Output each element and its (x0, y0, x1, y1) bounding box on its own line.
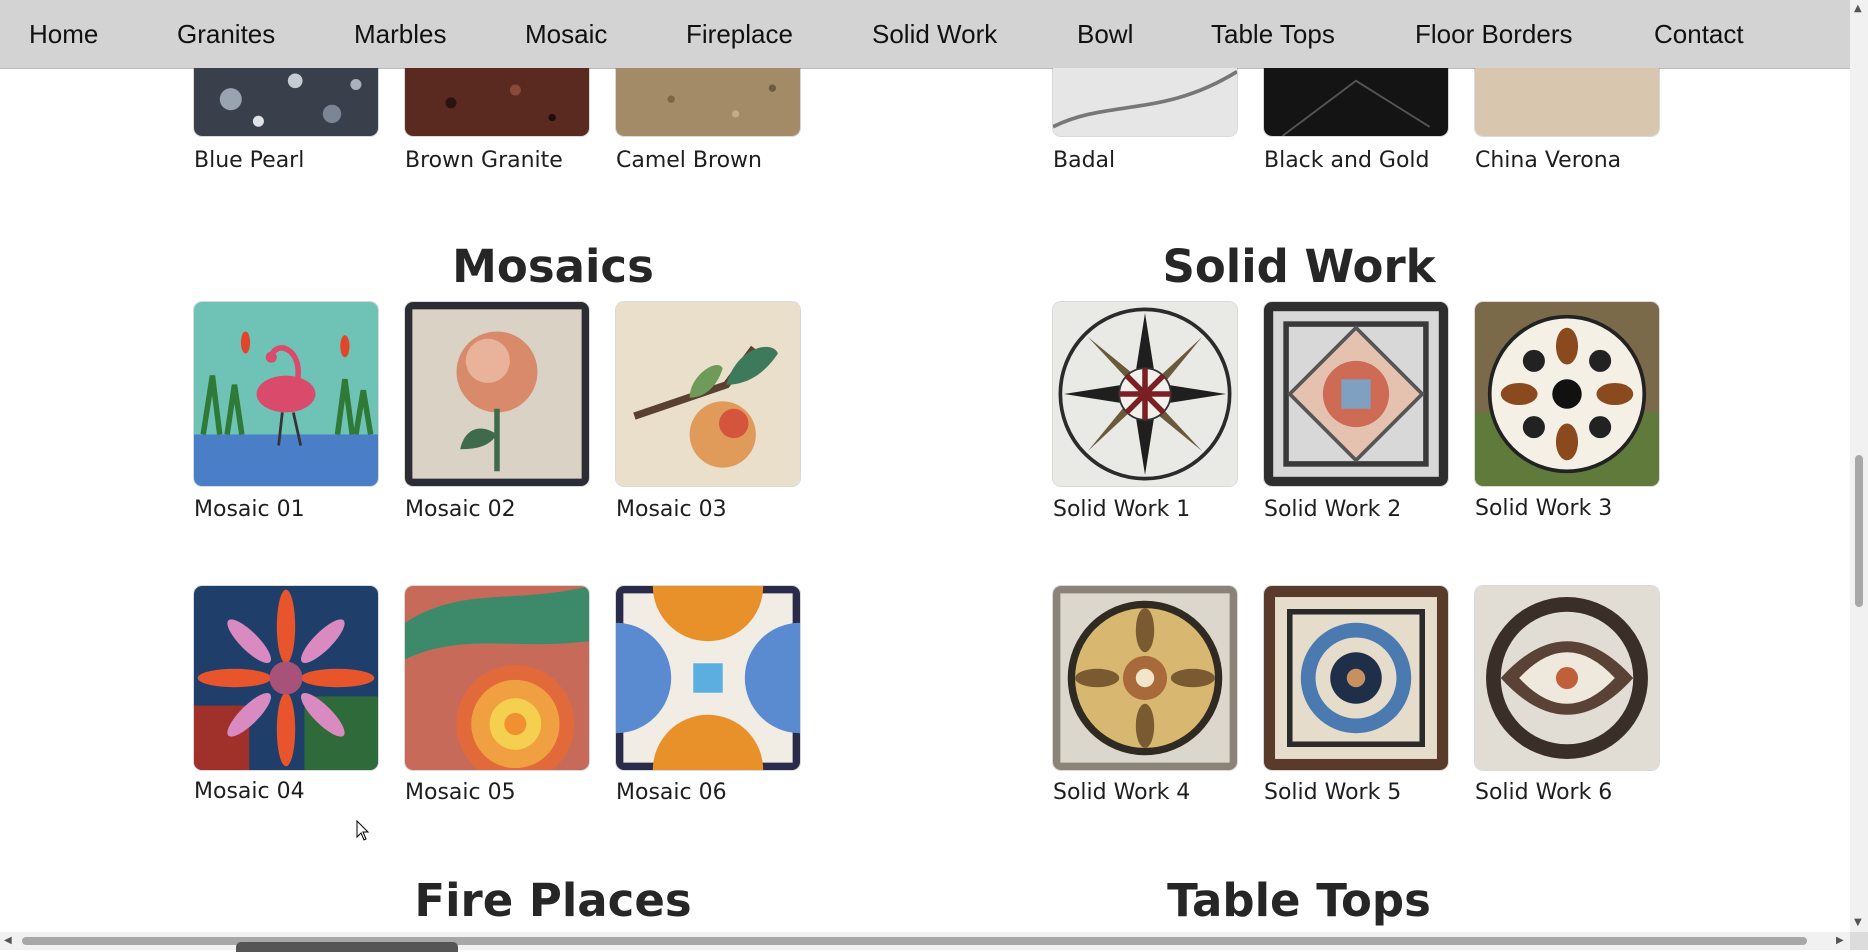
scroll-up-arrow-icon[interactable]: ▲ (1854, 3, 1862, 15)
nav-solid-work[interactable]: Solid Work (872, 0, 997, 68)
nav-mosaic[interactable]: Mosaic (525, 0, 607, 68)
caption-solid-work-1: Solid Work 1 (1053, 497, 1191, 522)
mouse-cursor-icon (356, 820, 370, 841)
gallery-tile-mosaic-06[interactable] (616, 586, 800, 770)
caption-mosaic-03: Mosaic 03 (616, 497, 727, 522)
caption-solid-work-3: Solid Work 3 (1475, 496, 1613, 521)
caption-mosaic-06: Mosaic 06 (616, 780, 727, 805)
nav-table-tops[interactable]: Table Tops (1211, 0, 1335, 68)
caption-blue-pearl: Blue Pearl (194, 148, 305, 173)
nav-marbles[interactable]: Marbles (354, 0, 446, 68)
horizontal-scrollbar[interactable]: ◀ ▶ (0, 932, 1850, 952)
vertical-scrollbar[interactable]: ▲ ▼ (1850, 0, 1868, 932)
caption-camel-brown: Camel Brown (616, 148, 762, 173)
gallery-tile-solid-work-3[interactable] (1475, 302, 1659, 486)
nav-bowl[interactable]: Bowl (1077, 0, 1133, 68)
gallery-tile-black-and-gold[interactable] (1264, 68, 1448, 136)
gallery-tile-badal[interactable] (1053, 68, 1237, 136)
caption-badal: Badal (1053, 148, 1116, 173)
scrollbar-corner (1850, 932, 1868, 950)
nav-contact[interactable]: Contact (1654, 0, 1744, 68)
caption-mosaic-02: Mosaic 02 (405, 497, 516, 522)
caption-mosaic-04: Mosaic 04 (194, 779, 305, 804)
scroll-left-arrow-icon[interactable]: ◀ (4, 935, 12, 946)
gallery-tile-mosaic-02[interactable] (405, 302, 589, 486)
gallery-tile-solid-work-1[interactable] (1053, 302, 1237, 486)
content-area: Blue Pearl Brown Granite Camel Brown Bad… (0, 68, 1850, 932)
caption-mosaic-01: Mosaic 01 (194, 497, 305, 522)
nav-floor-borders[interactable]: Floor Borders (1415, 0, 1573, 68)
gallery-tile-camel-brown[interactable] (616, 68, 800, 136)
section-title-fire-places: Fire Places (414, 874, 692, 927)
caption-solid-work-6: Solid Work 6 (1475, 780, 1613, 805)
gallery-tile-mosaic-03[interactable] (616, 302, 800, 486)
gallery-tile-brown-granite[interactable] (405, 68, 589, 136)
nav-fireplace[interactable]: Fireplace (686, 0, 793, 68)
scroll-right-arrow-icon[interactable]: ▶ (1836, 935, 1844, 946)
top-navigation: Home Granites Marbles Mosaic Fireplace S… (0, 0, 1850, 69)
gallery-tile-solid-work-6[interactable] (1475, 586, 1659, 770)
caption-china-verona: China Verona (1475, 148, 1622, 173)
scroll-down-arrow-icon[interactable]: ▼ (1854, 917, 1862, 929)
vertical-scroll-thumb[interactable] (1855, 455, 1863, 607)
nav-granites[interactable]: Granites (177, 0, 275, 68)
section-title-solid-work: Solid Work (1162, 240, 1436, 293)
caption-solid-work-4: Solid Work 4 (1053, 780, 1191, 805)
gallery-tile-mosaic-05[interactable] (405, 586, 589, 770)
caption-brown-granite: Brown Granite (405, 148, 563, 173)
gallery-tile-solid-work-4[interactable] (1053, 586, 1237, 770)
caption-solid-work-2: Solid Work 2 (1264, 497, 1402, 522)
gallery-tile-solid-work-2[interactable] (1264, 302, 1448, 486)
gallery-tile-china-verona[interactable] (1475, 68, 1659, 136)
section-title-table-tops: Table Tops (1167, 874, 1431, 927)
caption-mosaic-05: Mosaic 05 (405, 780, 516, 805)
gallery-tile-mosaic-04[interactable] (194, 586, 378, 770)
gallery-tile-mosaic-01[interactable] (194, 302, 378, 486)
gallery-tile-solid-work-5[interactable] (1264, 586, 1448, 770)
nav-home[interactable]: Home (29, 0, 98, 68)
gallery-tile-blue-pearl[interactable] (194, 68, 378, 136)
caption-black-and-gold: Black and Gold (1264, 148, 1430, 173)
section-title-mosaics: Mosaics (452, 240, 654, 293)
horizontal-scroll-indicator (236, 942, 458, 952)
caption-solid-work-5: Solid Work 5 (1264, 780, 1402, 805)
